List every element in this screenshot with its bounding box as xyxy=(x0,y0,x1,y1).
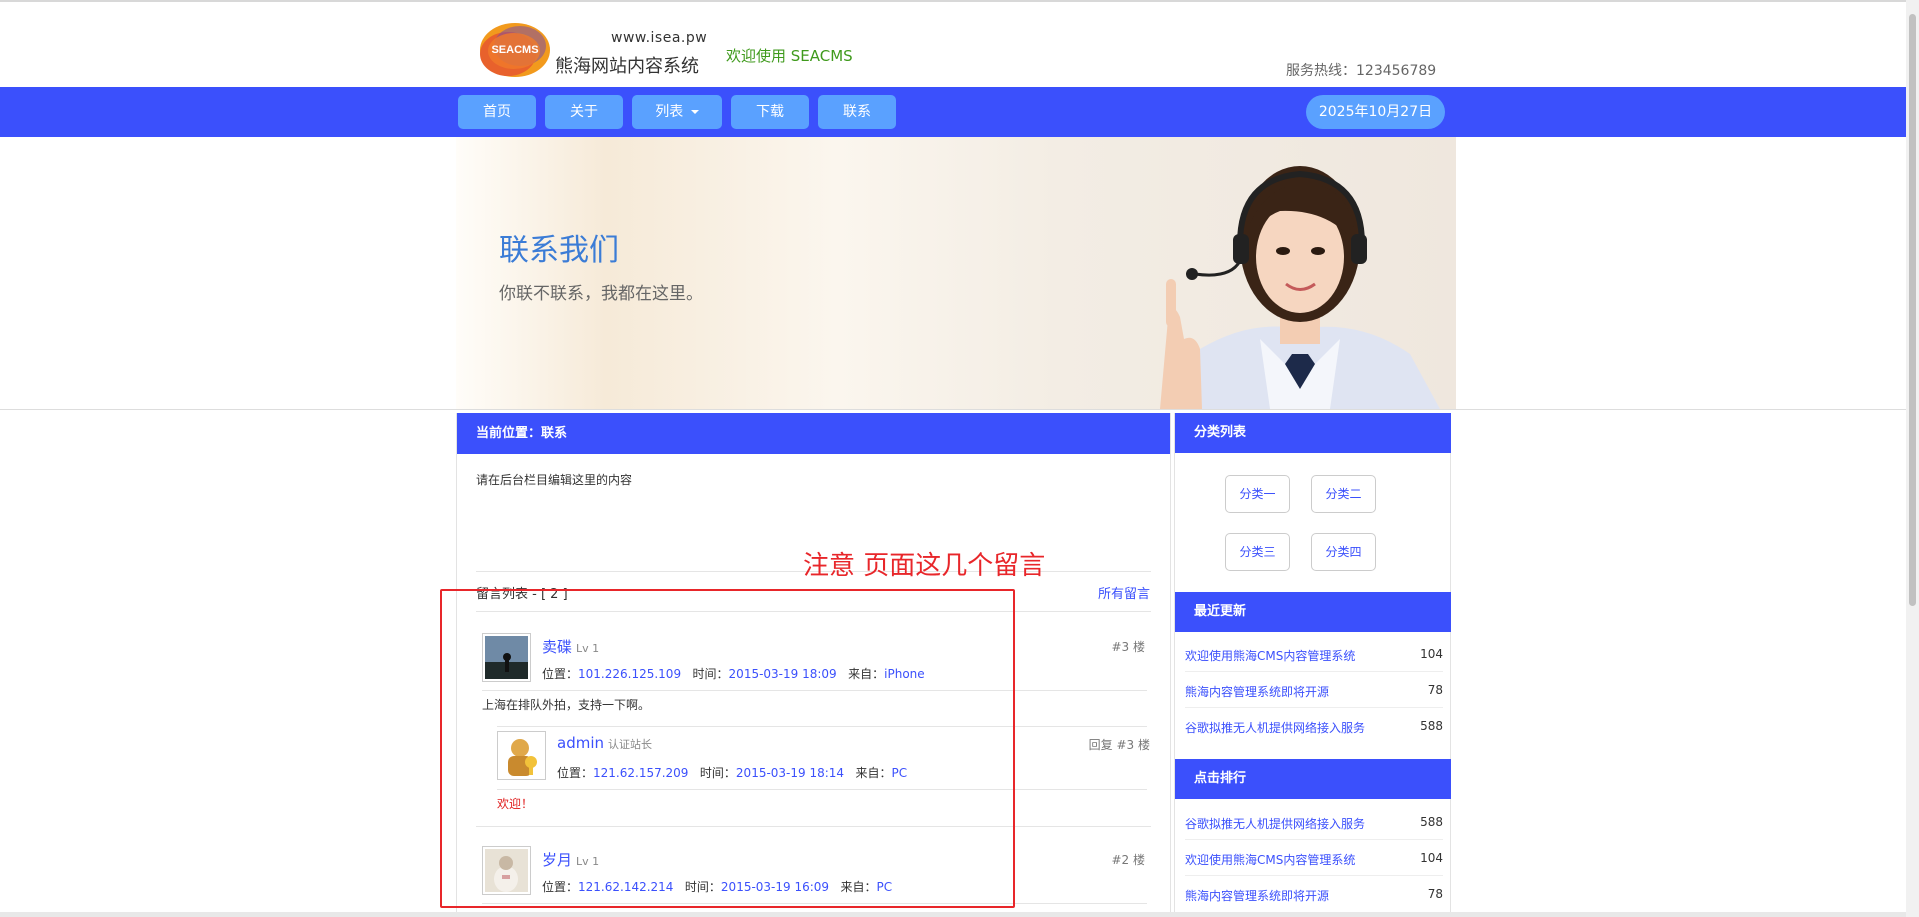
annotation-highlight-box xyxy=(440,589,1015,908)
rank-item-count: 78 xyxy=(1427,887,1443,901)
customer-service-photo xyxy=(1140,149,1460,409)
rank-item-title[interactable]: 熊海内容管理系统即将开源 xyxy=(1185,887,1329,904)
rank-item[interactable]: 谷歌拟推无人机提供网络接入服务 588 xyxy=(1185,804,1443,840)
recent-item-title[interactable]: 欢迎使用熊海CMS内容管理系统 xyxy=(1185,647,1355,664)
comment-floor: #2 楼 xyxy=(1111,853,1145,867)
banner-title: 联系我们 xyxy=(499,233,619,268)
site-header: SEACMS www.isea.pw 熊海网站内容系统 欢迎使用 SEACMS … xyxy=(0,2,1919,87)
seacms-logo[interactable]: SEACMS xyxy=(478,20,552,80)
recent-item[interactable]: 熊海内容管理系统即将开源 78 xyxy=(1185,672,1443,708)
recent-item[interactable]: 谷歌拟推无人机提供网络接入服务 588 xyxy=(1185,708,1443,744)
recent-item[interactable]: 欢迎使用熊海CMS内容管理系统 104 xyxy=(1185,636,1443,672)
recent-item-count: 104 xyxy=(1420,647,1443,661)
site-name: 熊海网站内容系统 xyxy=(555,56,699,77)
nav-home[interactable]: 首页 xyxy=(458,95,536,129)
scrollbar-thumb[interactable] xyxy=(1909,14,1916,606)
welcome-text: 欢迎使用 SEACMS xyxy=(726,47,853,65)
comment-floor: #3 楼 xyxy=(1111,640,1145,654)
category-button[interactable]: 分类二 xyxy=(1311,475,1376,513)
rank-title: 点击排行 xyxy=(1175,759,1451,799)
page-scrollbar[interactable] xyxy=(1906,0,1919,917)
breadcrumb: 当前位置：联系 xyxy=(457,413,1170,454)
rank-item-count: 104 xyxy=(1420,851,1443,865)
category-button[interactable]: 分类三 xyxy=(1225,533,1290,571)
main-navbar: 首页 关于 列表 下载 联系 2025年10月27日 xyxy=(0,87,1906,137)
sidebar: 分类列表 分类一 分类二 分类三 分类四 最近更新 欢迎使用熊海CMS内容管理系… xyxy=(1174,413,1451,917)
date-badge: 2025年10月27日 xyxy=(1306,95,1445,129)
taskbar-edge xyxy=(0,912,1906,917)
recent-item-count: 78 xyxy=(1427,683,1443,697)
nav-contact[interactable]: 联系 xyxy=(818,95,896,129)
recent-item-count: 588 xyxy=(1420,719,1443,733)
rank-item-title[interactable]: 谷歌拟推无人机提供网络接入服务 xyxy=(1185,815,1365,832)
category-button[interactable]: 分类一 xyxy=(1225,475,1290,513)
svg-text:SEACMS: SEACMS xyxy=(491,44,538,56)
banner-subtitle: 你联不联系，我都在这里。 xyxy=(499,284,703,304)
rank-item-count: 588 xyxy=(1420,815,1443,829)
recent-title: 最近更新 xyxy=(1175,592,1451,632)
rank-item[interactable]: 欢迎使用熊海CMS内容管理系统 104 xyxy=(1185,840,1443,876)
all-comments-link[interactable]: 所有留言 xyxy=(1098,583,1150,602)
nav-list-label: 列表 xyxy=(655,104,684,120)
page-banner: 联系我们 你联不联系，我都在这里。 xyxy=(0,137,1906,410)
nav-list-dropdown[interactable]: 列表 xyxy=(632,95,722,129)
page-content: 请在后台栏目编辑这里的内容 xyxy=(476,473,633,487)
nav-about[interactable]: 关于 xyxy=(545,95,623,129)
caret-down-icon xyxy=(690,110,699,114)
site-url: www.isea.pw xyxy=(611,30,708,46)
annotation-note: 注意 页面这几个留言 xyxy=(803,551,1046,581)
category-button[interactable]: 分类四 xyxy=(1311,533,1376,571)
reply-floor: 回复 #3 楼 xyxy=(1088,738,1150,752)
recent-item-title[interactable]: 熊海内容管理系统即将开源 xyxy=(1185,683,1329,700)
categories-title: 分类列表 xyxy=(1175,413,1451,453)
rank-item-title[interactable]: 欢迎使用熊海CMS内容管理系统 xyxy=(1185,851,1355,868)
recent-item-title[interactable]: 谷歌拟推无人机提供网络接入服务 xyxy=(1185,719,1365,736)
service-hotline: 服务热线：123456789 xyxy=(1286,63,1437,79)
nav-download[interactable]: 下载 xyxy=(731,95,809,129)
rank-item[interactable]: 熊海内容管理系统即将开源 78 xyxy=(1185,876,1443,912)
